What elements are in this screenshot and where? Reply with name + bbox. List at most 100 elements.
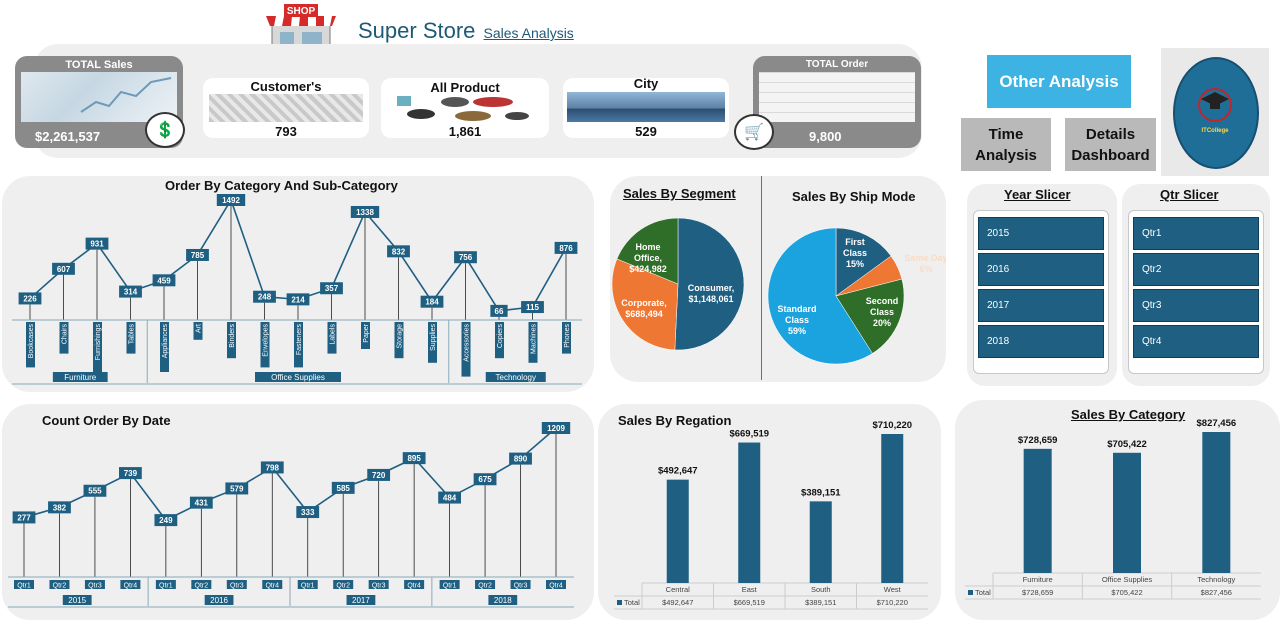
data-label: 555 (88, 487, 102, 496)
details-dashboard-button[interactable]: Details Dashboard (1065, 118, 1156, 171)
customers-image (209, 94, 363, 122)
group-label: Furniture (64, 373, 97, 382)
data-label: 720 (372, 471, 386, 480)
pie-label: $424,982 (629, 264, 667, 274)
qtr-slicer: Qtr1 Qtr2 Qtr3 Qtr4 (1128, 210, 1264, 374)
pie-label: Class (785, 315, 809, 325)
data-label: 739 (124, 469, 138, 478)
data-label: 248 (258, 293, 272, 302)
kpi-products: All Product 1,861 (381, 78, 549, 139)
category-label: East (742, 585, 758, 594)
kpi-customers: Customer's 793 (203, 78, 369, 139)
category-label: Central (666, 585, 691, 594)
data-label: 214 (291, 295, 305, 304)
category-tick-label: Qtr1 (301, 583, 315, 590)
segment-pie-chart: Consumer,$1,148,061 Corporate,$688,494 Hom… (611, 217, 745, 351)
data-label: 607 (57, 265, 71, 274)
data-label: 579 (230, 484, 244, 493)
data-label: 876 (559, 244, 573, 253)
category-tick-label: Labels (330, 324, 337, 345)
qtr-slicer-title: Qtr Slicer (1160, 187, 1219, 202)
category-tick-label: Machines (531, 324, 538, 354)
data-label: 333 (301, 508, 315, 517)
college-logo: ITCollege (1173, 57, 1259, 169)
bar (881, 434, 904, 583)
category-tick-label: Fasteners (296, 324, 303, 356)
cart-icon: 🛒 (734, 114, 774, 150)
region-chart: $492,647 Central $492,647 $669,519 East $669,… (614, 420, 928, 610)
category-tick-label: Qtr4 (407, 583, 421, 590)
kpi-city: City 529 (563, 76, 729, 139)
calendar-image (759, 72, 915, 122)
data-label: 1338 (356, 208, 374, 217)
category-tick-label: Qtr4 (265, 583, 279, 590)
category-tick-label: Binders (229, 324, 236, 348)
category-tick-label: Qtr3 (88, 583, 102, 590)
legend-label: Total (624, 598, 640, 607)
qtr-slicer-item-qtr1[interactable]: Qtr1 (1133, 217, 1259, 250)
legend-swatch (617, 600, 622, 605)
qtr-slicer-item-qtr4[interactable]: Qtr4 (1133, 325, 1259, 358)
category-label: Office Supplies (1102, 575, 1153, 584)
category-tick-label: Chairs (62, 324, 69, 345)
kpi-total-order-value: 9,800 (809, 129, 842, 144)
data-label: 115 (526, 303, 539, 312)
kpi-customers-title: Customer's (250, 79, 322, 94)
group-label: Office Supplies (271, 373, 325, 382)
category-tick-label: Qtr2 (478, 583, 492, 590)
year-slicer-item-2015[interactable]: 2015 (978, 217, 1104, 250)
data-label: 184 (425, 298, 439, 307)
table-value: $669,519 (734, 598, 765, 607)
kpi-city-value: 529 (635, 124, 657, 139)
table-value: $827,456 (1201, 588, 1232, 597)
kpi-total-order: TOTAL Order 9,800 (753, 56, 921, 148)
page-title-text: Super Store (358, 18, 476, 43)
kpi-city-title: City (633, 76, 659, 91)
group-label: 2016 (210, 596, 228, 605)
products-image (393, 94, 537, 122)
category-tick-label: Qtr2 (336, 583, 350, 590)
category-tick-label: Qtr2 (53, 583, 67, 590)
bar (1202, 432, 1231, 573)
kpi-total-order-title: TOTAL Order (805, 59, 869, 70)
data-label: 1492 (222, 196, 240, 205)
other-analysis-button[interactable]: Other Analysis (987, 55, 1131, 108)
data-label: 585 (337, 484, 351, 493)
category-tick-label: Qtr3 (230, 583, 244, 590)
category-tick-label: Qtr4 (549, 583, 563, 590)
pie-label: Office, (634, 253, 662, 263)
legend-label: Total (975, 588, 991, 597)
qtr-slicer-item-qtr2[interactable]: Qtr2 (1133, 253, 1259, 286)
time-analysis-button[interactable]: Time Analysis (961, 118, 1051, 171)
year-slicer-item-2018[interactable]: 2018 (978, 325, 1104, 358)
group-label: 2018 (494, 596, 512, 605)
data-label: 931 (90, 240, 104, 249)
category-tick-label: Tables (129, 324, 136, 345)
data-label: 895 (407, 454, 421, 463)
bar-value-label: $710,220 (872, 420, 912, 431)
data-label: 314 (124, 288, 138, 297)
data-label: 382 (53, 503, 67, 512)
data-label: 357 (325, 284, 339, 293)
category-tick-label: Qtr3 (372, 583, 386, 590)
college-logo-text: ITCollege (1201, 128, 1229, 134)
qtr-slicer-item-qtr3[interactable]: Qtr3 (1133, 289, 1259, 322)
bar-value-label: $492,647 (658, 466, 698, 477)
kpi-total-sales-title: TOTAL Sales (65, 59, 133, 71)
bar-value-label: $669,519 (729, 429, 769, 440)
category-sales-chart: $728,659 Furniture $728,659 $705,422 Office … (965, 418, 1261, 600)
bar-value-label: $389,151 (801, 487, 841, 498)
year-slicer-item-2016[interactable]: 2016 (978, 253, 1104, 286)
order-date-chart: 277 Qtr1 382 Qtr2 555 Qtr3 739 Qtr4 249 Qtr1 431 Qt… (8, 422, 574, 608)
data-label: 226 (23, 294, 37, 303)
group-label: 2015 (68, 596, 86, 605)
year-slicer-item-2017[interactable]: 2017 (978, 289, 1104, 322)
table-value: $705,422 (1111, 588, 1142, 597)
shop-logo-text: SHOP (287, 6, 316, 17)
segment-title: Sales By Segment (623, 186, 736, 201)
data-label: 66 (495, 307, 504, 316)
category-tick-label: Copiers (497, 324, 504, 349)
bar-value-label: $827,456 (1197, 418, 1237, 429)
category-tick-label: Qtr4 (124, 583, 138, 590)
bar (1023, 448, 1052, 573)
